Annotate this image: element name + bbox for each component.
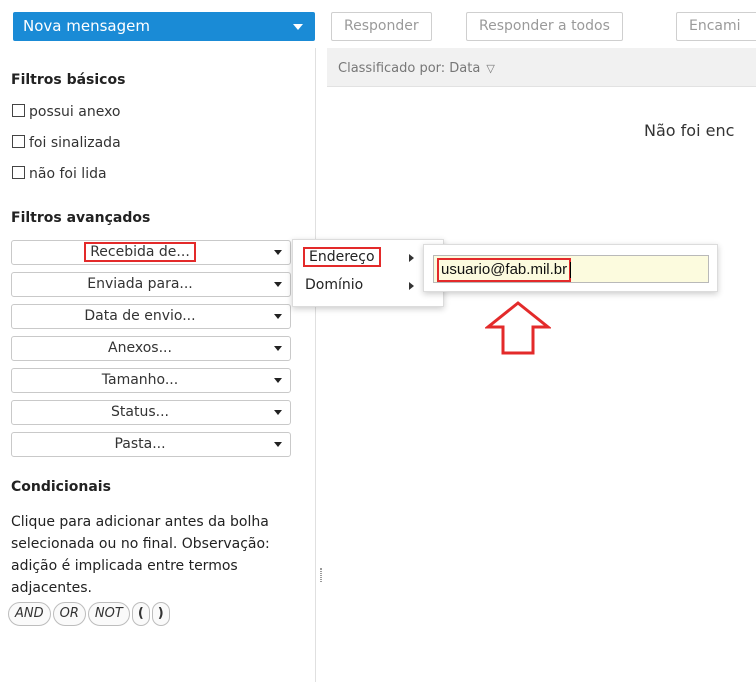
message-list: Classificado por: Data ▽ Não foi enc bbox=[327, 48, 756, 682]
filter-sent-to[interactable]: Enviada para... bbox=[11, 272, 291, 297]
conditional-bubbles: AND OR NOT ( ) bbox=[8, 602, 170, 626]
close-paren-bubble[interactable]: ) bbox=[151, 602, 170, 626]
empty-message: Não foi enc bbox=[644, 121, 735, 140]
filter-panel: Nova mensagem Filtros básicos possui ane… bbox=[0, 0, 315, 682]
forward-button[interactable]: Encami bbox=[676, 12, 756, 41]
filter-label: Anexos... bbox=[108, 340, 172, 356]
sort-desc-icon[interactable]: ▽ bbox=[486, 62, 494, 75]
checkbox-label: possui anexo bbox=[29, 104, 121, 120]
filter-label: Status... bbox=[111, 404, 169, 420]
address-popup: usuario@fab.mil.br bbox=[423, 244, 718, 292]
filter-status[interactable]: Status... bbox=[11, 400, 291, 425]
basic-filters-title: Filtros básicos bbox=[11, 72, 126, 88]
filter-size[interactable]: Tamanho... bbox=[11, 368, 291, 393]
chevron-down-icon bbox=[274, 314, 282, 319]
filter-label: Tamanho... bbox=[101, 372, 179, 388]
filter-label: Recebida de... bbox=[84, 242, 196, 262]
address-input[interactable]: usuario@fab.mil.br bbox=[433, 255, 709, 283]
filter-flagged[interactable]: foi sinalizada bbox=[12, 135, 121, 151]
sort-bar[interactable]: Classificado por: Data ▽ bbox=[327, 48, 756, 87]
conditionals-help: Clique para adicionar antes da bolha sel… bbox=[11, 514, 270, 596]
text-cursor bbox=[570, 262, 572, 279]
advanced-filters-title: Filtros avançados bbox=[11, 210, 151, 226]
splitter-grip-icon[interactable] bbox=[320, 568, 322, 582]
chevron-right-icon bbox=[409, 282, 414, 290]
filter-unread[interactable]: não foi lida bbox=[12, 166, 107, 182]
submenu-item-address[interactable]: Endereço bbox=[303, 247, 414, 267]
checkbox-label: foi sinalizada bbox=[29, 135, 121, 151]
reply-button[interactable]: Responder bbox=[331, 12, 432, 41]
submenu-item-domain[interactable]: Domínio bbox=[305, 277, 414, 293]
filter-attachments[interactable]: Anexos... bbox=[11, 336, 291, 361]
or-bubble[interactable]: OR bbox=[52, 602, 86, 626]
checkbox-label: não foi lida bbox=[29, 166, 107, 182]
address-value: usuario@fab.mil.br bbox=[436, 258, 572, 282]
chevron-down-icon bbox=[274, 410, 282, 415]
reply-all-button[interactable]: Responder a todos bbox=[466, 12, 623, 41]
chevron-down-icon bbox=[274, 282, 282, 287]
open-paren-bubble[interactable]: ( bbox=[131, 602, 150, 626]
filter-received-from[interactable]: Recebida de... bbox=[11, 240, 291, 265]
up-arrow-icon bbox=[485, 301, 551, 355]
received-from-submenu: Endereço Domínio bbox=[292, 239, 444, 307]
submenu-label: Endereço bbox=[303, 247, 381, 267]
new-message-button[interactable]: Nova mensagem bbox=[13, 12, 315, 41]
checkbox[interactable] bbox=[12, 104, 25, 117]
chevron-down-icon bbox=[274, 442, 282, 447]
filter-send-date[interactable]: Data de envio... bbox=[11, 304, 291, 329]
filter-label: Pasta... bbox=[114, 436, 166, 452]
chevron-down-icon bbox=[274, 346, 282, 351]
and-bubble[interactable]: AND bbox=[8, 602, 51, 626]
chevron-down-icon bbox=[274, 378, 282, 383]
not-bubble[interactable]: NOT bbox=[87, 602, 130, 626]
chevron-right-icon bbox=[409, 254, 414, 262]
checkbox[interactable] bbox=[12, 135, 25, 148]
conditionals-title: Condicionais bbox=[11, 479, 111, 495]
filter-has-attachment[interactable]: possui anexo bbox=[12, 104, 121, 120]
filter-folder[interactable]: Pasta... bbox=[11, 432, 291, 457]
sort-label: Classificado por: Data bbox=[338, 61, 481, 76]
panel-splitter[interactable] bbox=[315, 48, 327, 682]
submenu-label: Domínio bbox=[305, 277, 364, 293]
chevron-down-icon bbox=[274, 250, 282, 255]
chevron-down-icon[interactable] bbox=[293, 24, 303, 30]
filter-label: Enviada para... bbox=[87, 276, 193, 292]
filter-label: Data de envio... bbox=[84, 308, 196, 324]
new-message-label: Nova mensagem bbox=[23, 17, 150, 35]
checkbox[interactable] bbox=[12, 166, 25, 179]
